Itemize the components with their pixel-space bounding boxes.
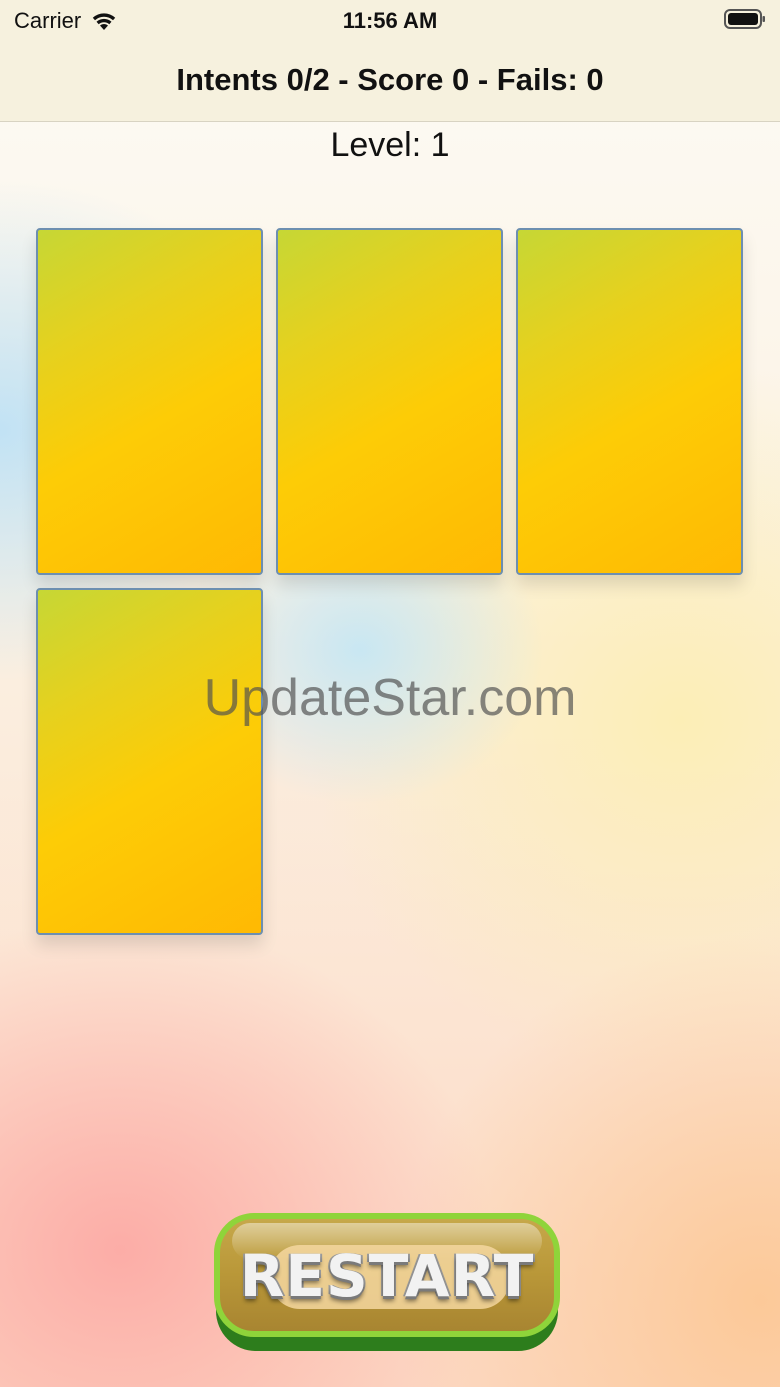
- battery-icon: [724, 9, 765, 29]
- nav-title: Intents 0/2 - Score 0 - Fails: 0: [176, 62, 604, 97]
- top-bar: Carrier 11:56 AM Intents 0/2 - Score 0 -…: [0, 0, 780, 122]
- level-label: Level: 1: [330, 126, 450, 164]
- restart-button-label: RESTART: [239, 1242, 535, 1310]
- memory-card-4[interactable]: [36, 588, 263, 935]
- memory-card-3[interactable]: [516, 228, 743, 575]
- memory-card-1[interactable]: [36, 228, 263, 575]
- restart-button[interactable]: RESTART: [214, 1213, 560, 1355]
- memory-card-2[interactable]: [276, 228, 503, 575]
- status-time: 11:56 AM: [342, 8, 438, 33]
